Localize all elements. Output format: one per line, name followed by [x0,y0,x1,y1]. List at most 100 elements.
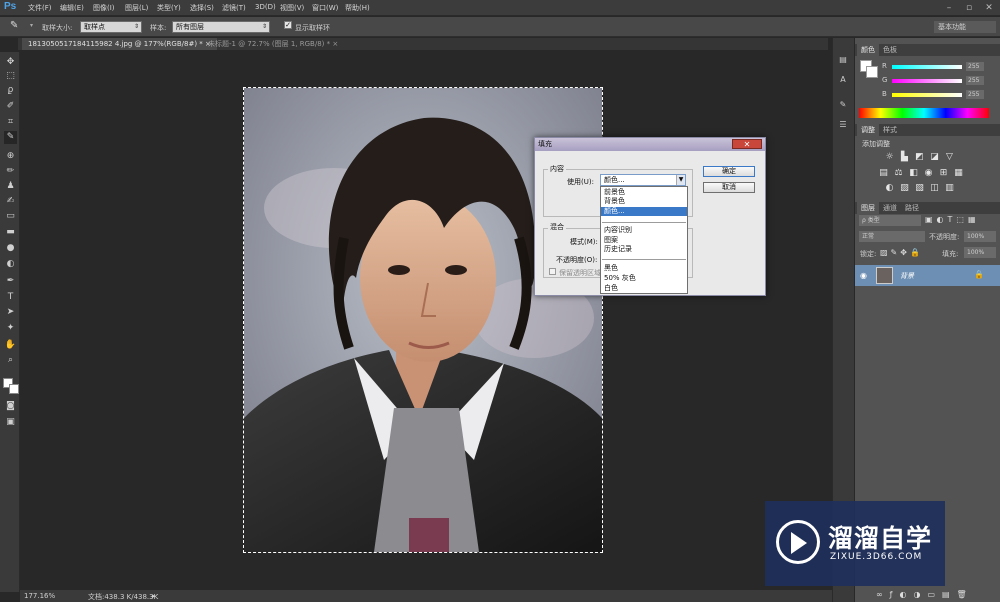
screen-mode-icon[interactable]: ▣ [4,416,17,429]
menu-select[interactable]: 选择(S) [190,3,214,13]
option-history[interactable]: 历史记录 [604,245,632,254]
blend-mode-select[interactable]: 正常 [859,231,925,242]
tab-paths[interactable]: 路径 [901,202,923,214]
tab-document-1[interactable]: 1813050517184115982 4.jpg @ 177%(RGB/8#)… [22,38,217,50]
option-gray[interactable]: 50% 灰色 [604,274,636,283]
menu-3d[interactable]: 3D(D) [255,3,276,11]
visibility-eye-icon[interactable]: ◉ [860,271,867,280]
zoom-level[interactable]: 177.16% [24,592,55,600]
slider-r-track[interactable] [892,65,962,69]
photo-filter-icon[interactable]: ◉ [923,168,934,179]
brightness-icon[interactable]: ☼ [884,152,895,163]
color-spectrum[interactable] [859,108,989,118]
tab-styles[interactable]: 样式 [879,124,901,136]
tab-document-2[interactable]: 未标题-1 @ 72.7% (图层 1, RGB/8) * × [202,38,344,50]
zoom-tool-icon[interactable]: ⌕ [4,354,17,367]
layer-name[interactable]: 背景 [900,271,914,281]
marquee-tool-icon[interactable]: ⬚ [4,70,17,83]
gradient-map-icon[interactable]: ▥ [944,183,955,194]
tab-adjustments[interactable]: 调整 [857,124,879,136]
tab-swatches[interactable]: 色板 [879,44,901,56]
tool-preset-arrow-icon[interactable]: ▾ [30,22,33,29]
slider-b[interactable]: B 255 [862,90,992,100]
brush-panel-icon[interactable]: ✎ [837,100,849,112]
history-panel-icon[interactable]: ▤ [837,55,849,67]
character-panel-icon[interactable]: A [837,75,849,87]
selective-color-icon[interactable]: ◫ [929,183,940,194]
hue-sat-icon[interactable]: ▤ [878,168,889,179]
option-color[interactable]: 颜色... [604,207,625,216]
option-foreground[interactable]: 前景色 [604,188,625,197]
close-tab-icon[interactable]: × [332,40,338,48]
background-color-swatch[interactable] [9,384,19,394]
color-balance-icon[interactable]: ⚖ [893,168,904,179]
menu-window[interactable]: 窗口(W) [312,3,338,13]
slider-r[interactable]: R 255 [862,62,992,72]
close-icon[interactable]: ✕ [732,139,762,149]
path-select-tool-icon[interactable]: ➤ [4,306,17,319]
quick-select-tool-icon[interactable]: ✐ [4,100,17,113]
workspace-select[interactable]: 基本功能 [934,21,996,33]
fill-input[interactable]: 100% [964,247,996,258]
tab-color[interactable]: 颜色 [857,44,879,56]
layer-filter-icons[interactable]: ▣◐T⬚▦ [925,215,980,224]
slider-g-track[interactable] [892,79,962,83]
menu-filter[interactable]: 滤镜(T) [222,3,246,13]
menu-help[interactable]: 帮助(H) [345,3,370,13]
gradient-tool-icon[interactable]: ▬ [4,226,17,239]
vibrance-icon[interactable]: ▽ [944,152,955,163]
slider-r-value[interactable]: 255 [966,62,984,71]
menu-view[interactable]: 视图(V) [280,3,304,13]
healing-tool-icon[interactable]: ⊕ [4,150,17,163]
minimize-icon[interactable]: – [940,2,958,14]
quick-mask-icon[interactable]: ◙ [4,400,17,413]
lasso-tool-icon[interactable]: ϼ [4,84,17,97]
close-window-icon[interactable]: ✕ [980,2,998,14]
posterize-icon[interactable]: ▨ [899,183,910,194]
opacity-input[interactable]: 100% [964,231,996,242]
ok-button[interactable]: 确定 [703,166,755,177]
slider-b-value[interactable]: 255 [966,90,984,99]
slider-g[interactable]: G 255 [862,76,992,86]
dodge-tool-icon[interactable]: ◐ [4,258,17,271]
sample-size-select[interactable]: 取样点 ⇕ [80,21,142,33]
lock-icons[interactable]: ▨✎✥🔒 [880,248,923,257]
menu-file[interactable]: 文件(F) [28,3,52,13]
history-brush-tool-icon[interactable]: ✍ [4,195,17,208]
move-tool-icon[interactable]: ✥ [4,56,17,69]
curves-icon[interactable]: ◩ [914,152,925,163]
layers-footer-icons[interactable]: ∞ƒ◐◑▭▤🗑 [876,590,974,599]
menu-type[interactable]: 类型(Y) [157,3,181,13]
brush-tool-icon[interactable]: ✏ [4,165,17,178]
option-white[interactable]: 白色 [604,284,618,293]
black-white-icon[interactable]: ◧ [908,168,919,179]
eyedropper-tool-icon[interactable]: ✎ [4,131,17,144]
eyedropper-icon[interactable]: ✎ [10,20,18,31]
layer-kind-filter[interactable]: ρ 类型 [859,215,921,226]
shape-tool-icon[interactable]: ✦ [4,322,17,335]
show-ring-checkbox[interactable]: ✓ [284,21,292,29]
use-dropdown[interactable]: 颜色... [600,174,686,186]
eraser-tool-icon[interactable]: ▭ [4,210,17,223]
option-background[interactable]: 背景色 [604,197,625,206]
option-black[interactable]: 黑色 [604,264,618,273]
properties-panel-icon[interactable]: ☰ [837,120,849,132]
pen-tool-icon[interactable]: ✒ [4,275,17,288]
color-lookup-icon[interactable]: ▦ [953,168,964,179]
cancel-button[interactable]: 取消 [703,182,755,193]
slider-g-value[interactable]: 255 [966,76,984,85]
channel-mixer-icon[interactable]: ⊞ [938,168,949,179]
status-menu-arrow-icon[interactable]: ▸ [152,592,156,600]
type-tool-icon[interactable]: T [4,291,17,304]
menu-layer[interactable]: 图层(L) [125,3,148,13]
stamp-tool-icon[interactable]: ♟ [4,180,17,193]
maximize-icon[interactable]: ▫ [960,2,978,14]
levels-icon[interactable]: ▙ [899,152,910,163]
menu-edit[interactable]: 编辑(E) [60,3,84,13]
menu-image[interactable]: 图像(I) [93,3,115,13]
tab-layers[interactable]: 图层 [857,202,879,214]
option-pattern[interactable]: 图案 [604,236,618,245]
threshold-icon[interactable]: ▧ [914,183,925,194]
chevron-down-icon[interactable]: ▼ [676,175,685,185]
hand-tool-icon[interactable]: ✋ [4,339,17,352]
